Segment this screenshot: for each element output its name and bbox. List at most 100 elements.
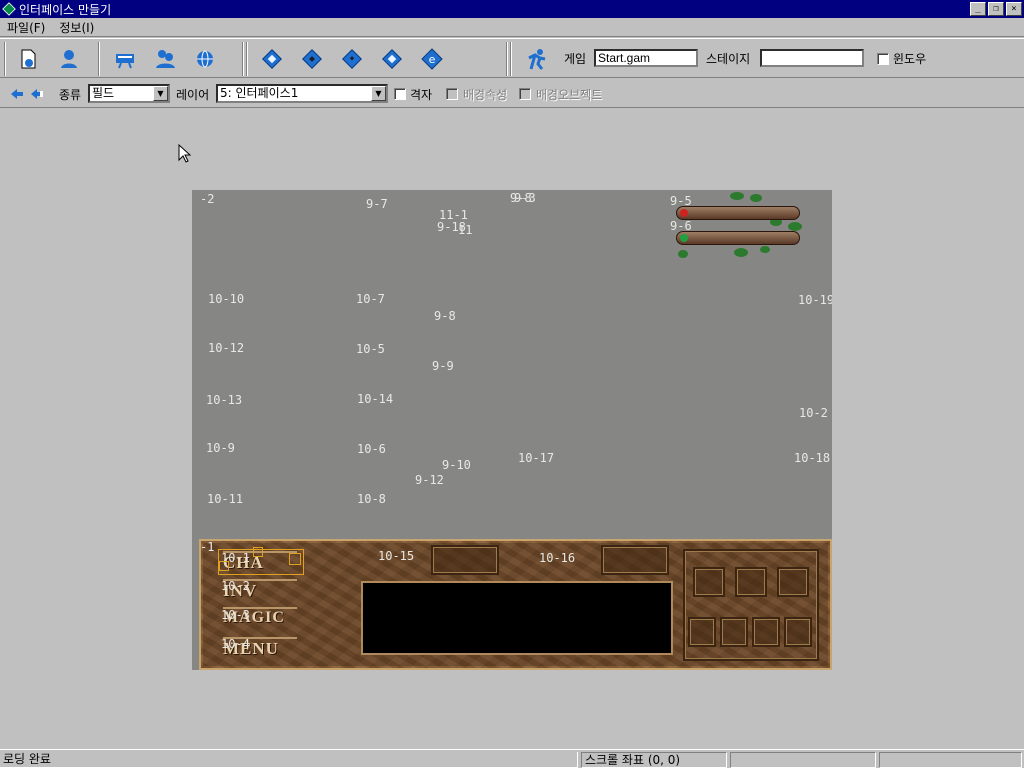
selection-handle[interactable] [219,561,229,571]
layer-label[interactable]: 10-11 [207,492,243,506]
tool-button-4[interactable] [379,47,405,71]
layer-label[interactable]: 9-9 [432,359,454,373]
layer-label[interactable]: 10-10 [208,292,244,306]
slot-box[interactable] [431,545,499,575]
layer-label[interactable]: 10-12 [208,341,244,355]
tool-button-5[interactable]: e [419,47,445,71]
status-pane-3 [730,752,876,768]
prev-button[interactable] [8,82,26,106]
minimize-button[interactable]: _ [970,2,986,16]
layer-label[interactable]: 10-15 [378,549,414,563]
layer-label[interactable]: 10-3 [221,608,250,622]
layer-select[interactable]: 5: 인터페이스1 ▼ [216,84,388,103]
layer-label[interactable]: 10-4 [221,637,250,651]
layer-label[interactable]: -1 [200,540,214,554]
inventory-slot[interactable] [784,617,812,647]
layer-label[interactable]: 10-5 [356,342,385,356]
layer-label[interactable]: 9-3 [514,191,536,205]
mp-gem-icon [680,234,688,242]
toolbar-separator [246,42,248,76]
status-bar: 로딩 완료 스크롤 좌표 (0, 0) [0,749,1024,768]
vine-leaf [734,248,748,257]
interface-panel[interactable]: -1 CHA INV MAGIC MENU 10-1 10-2 10-3 10-… [199,539,832,670]
game-input[interactable]: Start.gam [594,49,698,67]
menu-file[interactable]: 파일(F) [0,19,52,36]
vine-leaf [678,250,688,258]
layer-label[interactable]: 10-8 [357,492,386,506]
people-icon [156,50,175,68]
layer-label[interactable]: 10-19 [798,293,832,307]
design-canvas[interactable]: -2 9-7 11-1 9-8 9-3 9-18 11 10-10 10-7 9… [192,190,832,670]
close-button[interactable]: × [1006,2,1022,16]
layer-label[interactable]: 10-17 [518,451,554,465]
layer-label[interactable]: 11 [458,223,472,237]
slot-box[interactable] [601,545,669,575]
layer-label[interactable]: 9-8 [434,309,456,323]
layer-label[interactable]: 10-16 [539,551,575,565]
window-checkbox[interactable] [877,53,889,65]
inventory-slot[interactable] [752,617,780,647]
layer-label[interactable]: 10-14 [357,392,393,406]
kind-select[interactable]: 필드 ▼ [88,84,170,103]
layer-label[interactable]: 9-12 [415,473,444,487]
mouse-cursor-icon [178,144,192,163]
bg-attr-checkbox [446,88,458,100]
layer-label[interactable]: 10-7 [356,292,385,306]
inventory-slot[interactable] [777,567,809,597]
layer-label[interactable]: 9-10 [442,458,471,472]
user-button[interactable] [56,47,82,71]
layer-select-value: 5: 인터페이스1 [220,86,299,100]
tool-button-3[interactable] [339,47,365,71]
message-box[interactable] [361,581,673,655]
layer-label[interactable]: -2 [200,192,214,206]
layer-label[interactable]: 9-5 [670,194,692,208]
new-file-button[interactable] [16,47,42,71]
hp-bar [676,206,800,220]
selection-handle[interactable] [253,547,263,557]
group-button[interactable] [152,47,178,71]
inventory-slot[interactable] [720,617,748,647]
layer-label[interactable]: 10-9 [206,441,235,455]
diamond-pencil-icon [382,49,402,69]
arrow-left-double-icon [31,89,43,99]
run-button[interactable] [524,47,550,71]
inventory-slot[interactable] [688,617,716,647]
status-message: 로딩 완료 [0,752,578,768]
game-label: 게임 [564,52,587,66]
layer-label[interactable]: 10-18 [794,451,830,465]
stage-input[interactable] [760,49,864,67]
menu-info[interactable]: 정보(I) [52,19,101,36]
diamond-tool-icon [302,49,322,69]
status-bars-widget[interactable]: 9-5 9-6 [670,192,830,262]
layer-label[interactable]: 10-13 [206,393,242,407]
layer-label[interactable]: 10-6 [357,442,386,456]
grid-checkbox[interactable] [394,88,406,100]
globe-icon [197,50,213,68]
tool-button-2[interactable] [299,47,325,71]
inventory-slot[interactable] [735,567,767,597]
next-button[interactable] [28,82,46,106]
app-icon [2,2,16,16]
chevron-down-icon[interactable]: ▼ [153,86,168,101]
keyboard-button[interactable] [112,47,138,71]
layer-label[interactable]: 9-6 [670,219,692,233]
selection-handle[interactable] [289,553,301,565]
vine-leaf [760,246,770,253]
layer-label[interactable]: 9-7 [366,197,388,211]
menu-bar: 파일(F) 정보(I) [0,18,1024,37]
inventory-slot[interactable] [693,567,725,597]
tool-button-1[interactable] [259,47,285,71]
arrow-left-icon [11,89,23,99]
diamond-e-icon: e [421,48,443,70]
restore-button[interactable]: ❐ [988,2,1004,16]
diamond-tool-icon [342,49,362,69]
layer-label[interactable]: 10-2 [221,579,250,593]
bg-attr-label: 배경속성 [463,88,508,102]
layer-label[interactable]: 10-2 [799,406,828,420]
inventory-grid[interactable] [683,549,819,661]
globe-button[interactable] [192,47,218,71]
grid-label: 격자 [410,88,433,102]
keyboard-icon [116,54,134,69]
chevron-down-icon[interactable]: ▼ [371,86,386,101]
status-pane-4 [879,752,1022,768]
